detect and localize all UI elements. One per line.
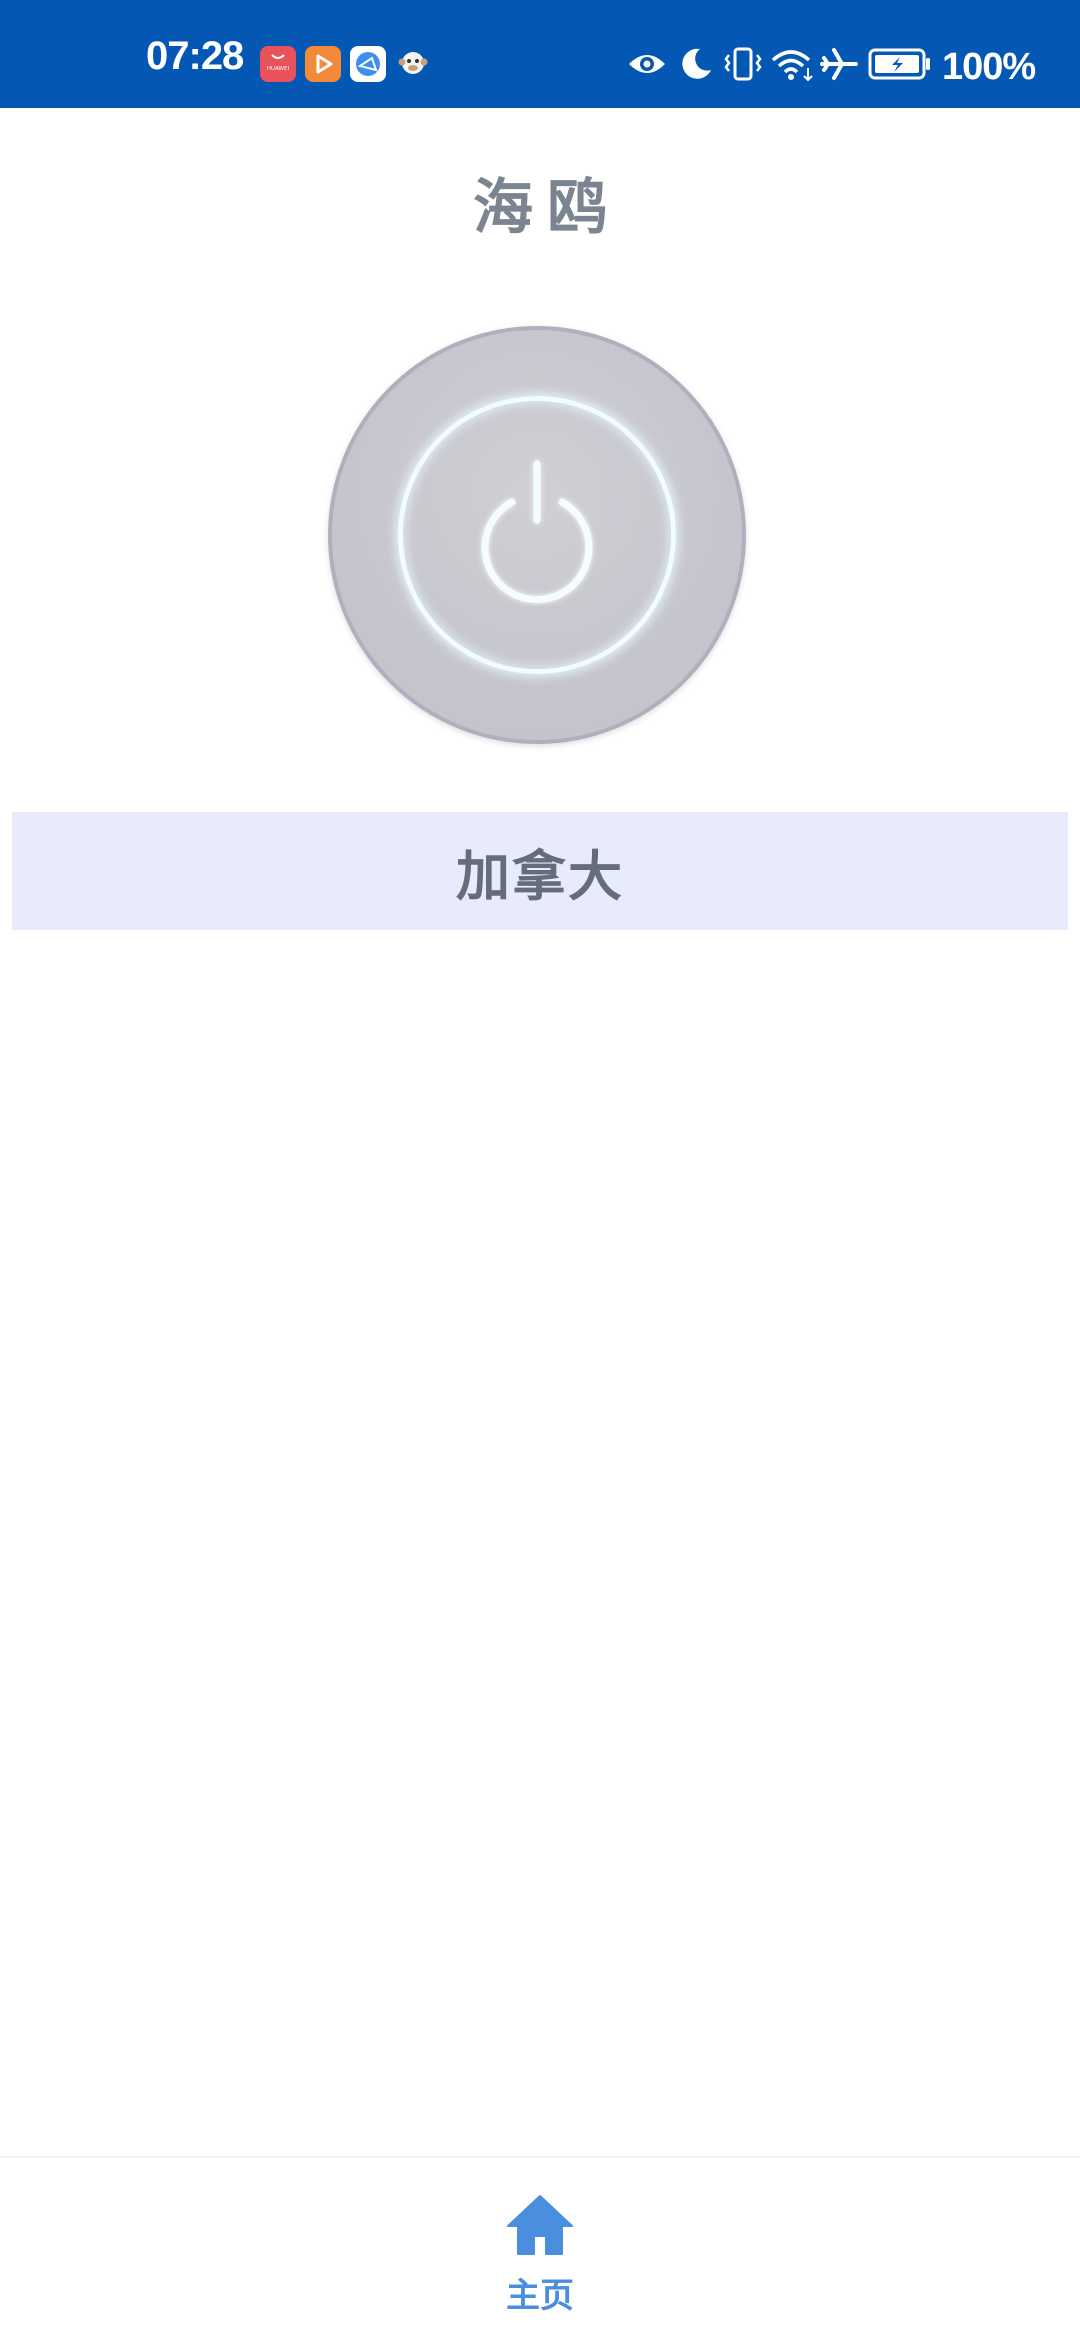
video-play-icon: [305, 46, 341, 82]
battery-charging-icon: [868, 48, 930, 80]
moon-icon: [682, 48, 711, 79]
wifi-icon: [771, 50, 813, 82]
monkey-app-icon: [395, 46, 431, 82]
power-icon: [481, 460, 593, 604]
nav-tab-home-label: 主页: [506, 2276, 574, 2316]
eye-comfort-icon: [629, 55, 665, 73]
vibrate-icon: [724, 47, 762, 81]
airplane-icon: [820, 48, 858, 80]
browser-icon: [350, 46, 386, 82]
server-country-label: 加拿大: [456, 844, 624, 908]
nav-tab-home[interactable]: 主页: [480, 2188, 600, 2318]
power-button[interactable]: [328, 326, 746, 744]
app-title: 海鸥: [473, 173, 621, 243]
status-bar: 07:28 HUAWEI 100%: [0, 0, 1080, 108]
status-time: 07:28: [146, 34, 244, 78]
huawei-logo-text: HUAWEI: [267, 66, 290, 72]
battery-percent: 100%: [942, 46, 1036, 88]
server-selector[interactable]: 加拿大: [12, 812, 1068, 930]
bottom-navigation: 主页: [0, 2156, 1080, 2340]
home-icon: [507, 2195, 573, 2255]
huawei-appgallery-icon: HUAWEI: [260, 46, 296, 82]
